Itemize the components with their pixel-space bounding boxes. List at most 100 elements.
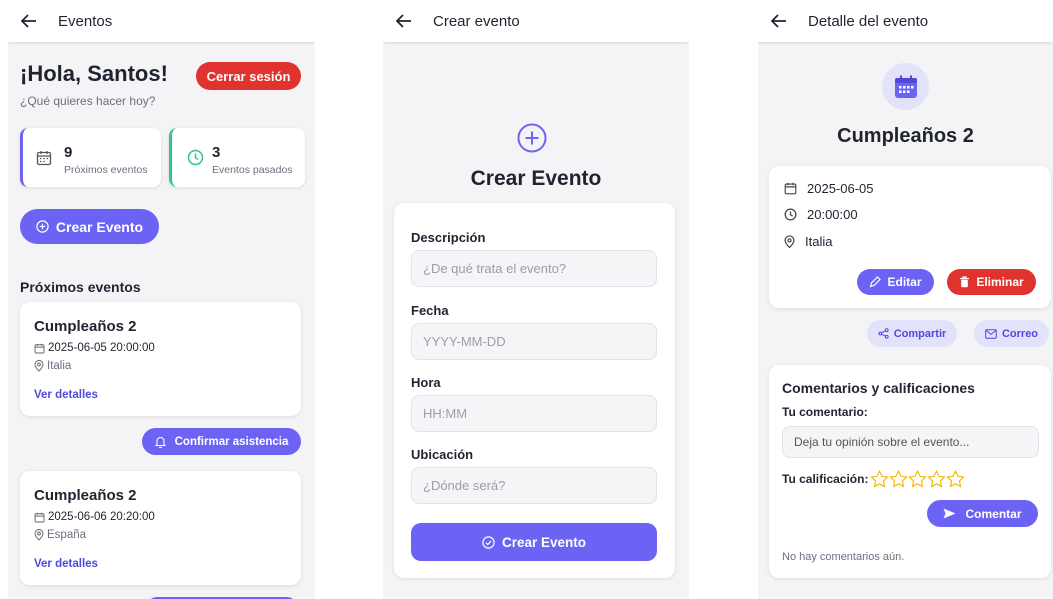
event-datetime: 2025-06-05 20:00:00 xyxy=(48,342,155,354)
description-input[interactable]: ¿De qué trata el evento? xyxy=(411,250,657,287)
event-location-row: Italia xyxy=(34,360,71,372)
location-input[interactable]: ¿Dónde será? xyxy=(411,467,657,504)
delete-label: Eliminar xyxy=(976,275,1024,289)
event-date-row: 2025-06-05 xyxy=(784,181,874,196)
greeting-subtitle: ¿Qué quieres hacer hoy? xyxy=(20,94,156,108)
upcoming-section-title: Próximos eventos xyxy=(20,279,141,295)
calendar-icon xyxy=(36,150,52,166)
edit-button[interactable]: Editar xyxy=(857,269,934,295)
create-event-screen: Crear evento Crear Evento Descripción ¿D… xyxy=(383,0,689,599)
event-card[interactable]: Cumpleaños 2 2025-06-06 20:20:00 España … xyxy=(20,471,301,585)
share-label: Compartir xyxy=(893,327,947,340)
calendar-icon xyxy=(784,182,797,195)
event-datetime-row: 2025-06-06 20:20:00 xyxy=(34,511,155,523)
star-icon[interactable] xyxy=(927,470,947,488)
location-pin-icon xyxy=(34,529,44,541)
app-bar-title: Detalle del evento xyxy=(808,12,929,30)
create-event-button[interactable]: Crear Evento xyxy=(20,209,159,244)
plus-circle-icon xyxy=(517,123,547,153)
star-rating[interactable] xyxy=(870,470,966,488)
email-button[interactable]: Correo xyxy=(974,320,1049,347)
location-label: Ubicación xyxy=(411,447,474,462)
create-event-form: Descripción ¿De qué trata el evento? Fec… xyxy=(394,203,675,578)
delete-button[interactable]: Eliminar xyxy=(947,269,1036,295)
create-event-submit-button[interactable]: Crear Evento xyxy=(411,523,657,561)
calendar-icon xyxy=(34,512,45,523)
date-input[interactable]: YYYY-MM-DD xyxy=(411,323,657,360)
clock-icon xyxy=(187,149,204,166)
event-title: Cumpleaños 2 xyxy=(837,125,974,147)
pencil-icon xyxy=(869,276,882,288)
calendar-icon xyxy=(34,343,45,354)
calendar-icon xyxy=(893,74,919,100)
back-arrow-icon[interactable] xyxy=(770,12,788,30)
clock-icon xyxy=(784,208,797,221)
app-bar: Crear evento xyxy=(383,0,689,42)
event-calendar-badge xyxy=(882,63,929,110)
no-comments-text: No hay comentarios aún. xyxy=(782,551,905,563)
upcoming-stat-card[interactable]: 9 Próximos eventos xyxy=(20,128,161,187)
check-circle-icon xyxy=(482,535,495,549)
comment-submit-button[interactable]: Comentar xyxy=(927,500,1038,527)
comments-title: Comentarios y calificaciones xyxy=(782,380,975,396)
event-location-row: España xyxy=(34,529,86,541)
rating-row: Tu calificación: xyxy=(782,470,966,488)
app-bar: Detalle del evento xyxy=(758,0,1053,42)
event-card[interactable]: Cumpleaños 2 2025-06-05 20:00:00 Italia … xyxy=(20,302,301,416)
time-label: Hora xyxy=(411,375,441,390)
app-bar-title: Crear evento xyxy=(433,12,520,30)
star-icon[interactable] xyxy=(908,470,928,488)
comment-input[interactable]: Deja tu opinión sobre el evento... xyxy=(782,426,1039,458)
edit-label: Editar xyxy=(887,275,922,289)
logout-button[interactable]: Cerrar sesión xyxy=(196,62,301,90)
description-label: Descripción xyxy=(411,230,486,245)
events-screen: Eventos ¡Hola, Santos! ¿Qué quieres hace… xyxy=(8,0,315,599)
event-location: Italia xyxy=(47,360,72,372)
plus-circle-icon xyxy=(36,220,49,233)
event-datetime: 2025-06-06 20:20:00 xyxy=(48,511,155,523)
location-pin-icon xyxy=(784,234,795,249)
mail-icon xyxy=(985,328,997,339)
event-detail-screen: Detalle del evento Cumpleaños 2 2025-06-… xyxy=(758,0,1053,599)
star-icon[interactable] xyxy=(946,470,966,488)
app-bar-title: Eventos xyxy=(58,12,113,30)
event-title: Cumpleaños 2 xyxy=(34,318,137,335)
back-arrow-icon[interactable] xyxy=(20,12,38,30)
upcoming-count: 9 xyxy=(64,144,73,161)
location-pin-icon xyxy=(34,360,44,372)
event-datetime-row: 2025-06-05 20:00:00 xyxy=(34,342,155,354)
event-time-row: 20:00:00 xyxy=(784,207,858,222)
your-rating-label: Tu calificación: xyxy=(782,472,869,486)
past-count: 3 xyxy=(212,144,221,161)
star-icon[interactable] xyxy=(870,470,890,488)
email-label: Correo xyxy=(1001,327,1039,340)
event-time: 20:00:00 xyxy=(807,207,858,222)
view-details-link[interactable]: Ver detalles xyxy=(34,389,98,401)
page-heading: Crear Evento xyxy=(470,167,602,190)
view-details-link[interactable]: Ver detalles xyxy=(34,558,98,570)
comment-submit-label: Comentar xyxy=(965,506,1022,521)
trash-icon xyxy=(959,276,970,288)
greeting-title: ¡Hola, Santos! xyxy=(20,61,168,86)
time-input[interactable]: HH:MM xyxy=(411,395,657,432)
confirm-attendance-label: Confirmar asistencia xyxy=(174,435,289,448)
event-location-row: Italia xyxy=(784,234,832,249)
create-event-label: Crear Evento xyxy=(55,218,144,235)
confirm-attendance-button[interactable]: Confirmar asistencia xyxy=(142,428,301,455)
your-comment-label: Tu comentario: xyxy=(782,405,868,419)
upcoming-label: Próximos eventos xyxy=(64,164,148,176)
share-button[interactable]: Compartir xyxy=(867,320,957,347)
bell-icon xyxy=(154,436,166,448)
back-arrow-icon[interactable] xyxy=(395,12,413,30)
star-icon[interactable] xyxy=(889,470,909,488)
send-icon xyxy=(943,508,956,519)
event-location: Italia xyxy=(805,234,833,249)
event-info-card: 2025-06-05 20:00:00 Italia Editar Elimin… xyxy=(769,166,1051,308)
comments-card: Comentarios y calificaciones Tu comentar… xyxy=(769,365,1051,578)
share-icon xyxy=(878,328,889,339)
event-title: Cumpleaños 2 xyxy=(34,487,137,504)
event-location: España xyxy=(47,529,87,541)
date-label: Fecha xyxy=(411,303,449,318)
past-stat-card[interactable]: 3 Eventos pasados xyxy=(169,128,305,187)
past-label: Eventos pasados xyxy=(212,164,293,176)
